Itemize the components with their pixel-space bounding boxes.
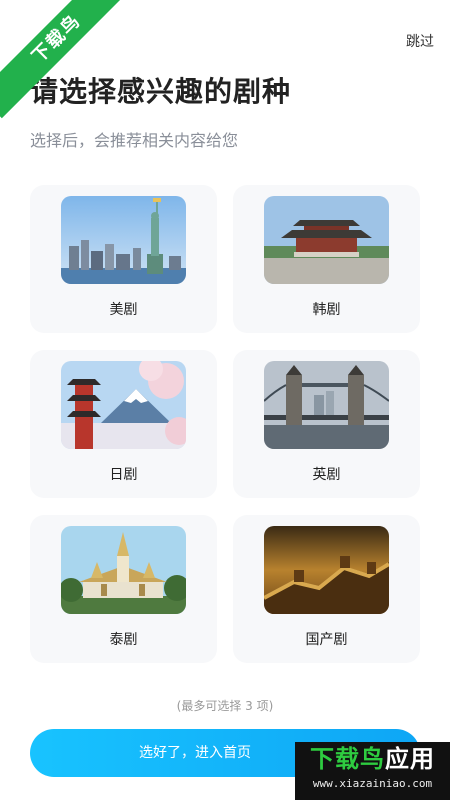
watermark-brand-green: 下载鸟 [310,745,385,773]
watermark-brand-white: 应用 [385,745,435,773]
thai-temple-photo [61,526,186,614]
mount-fuji-pagoda-photo [61,361,186,449]
page-title: 请选择感兴趣的剧种 [30,75,292,108]
watermark-url: www.xiazainiao.com [312,777,433,790]
page-subtitle: 选择后，会推荐相关内容给您 [30,131,239,150]
skip-button[interactable]: 跳过 [406,31,434,51]
korean-palace-photo [264,196,389,284]
genre-label: 英剧 [312,467,341,483]
genre-label: 泰剧 [109,632,138,648]
selection-limit-hint: (最多可选择 3 项) [176,699,274,713]
genre-label: 国产剧 [305,632,348,648]
genre-card-thai[interactable]: 泰剧 [30,515,217,663]
tower-bridge-photo [264,361,389,449]
genre-card-japanese[interactable]: 日剧 [30,350,217,498]
genre-card-korean[interactable]: 韩剧 [233,185,420,333]
genre-label: 韩剧 [312,302,341,318]
great-wall-photo [264,526,389,614]
watermark-brand-logo: 下载鸟应用 www.xiazainiao.com [295,742,450,800]
genre-card-british[interactable]: 英剧 [233,350,420,498]
genre-card-american[interactable]: 美剧 [30,185,217,333]
genre-card-chinese[interactable]: 国产剧 [233,515,420,663]
genre-label: 美剧 [109,302,138,318]
genre-label: 日剧 [109,467,138,483]
statue-of-liberty-photo [61,196,186,284]
